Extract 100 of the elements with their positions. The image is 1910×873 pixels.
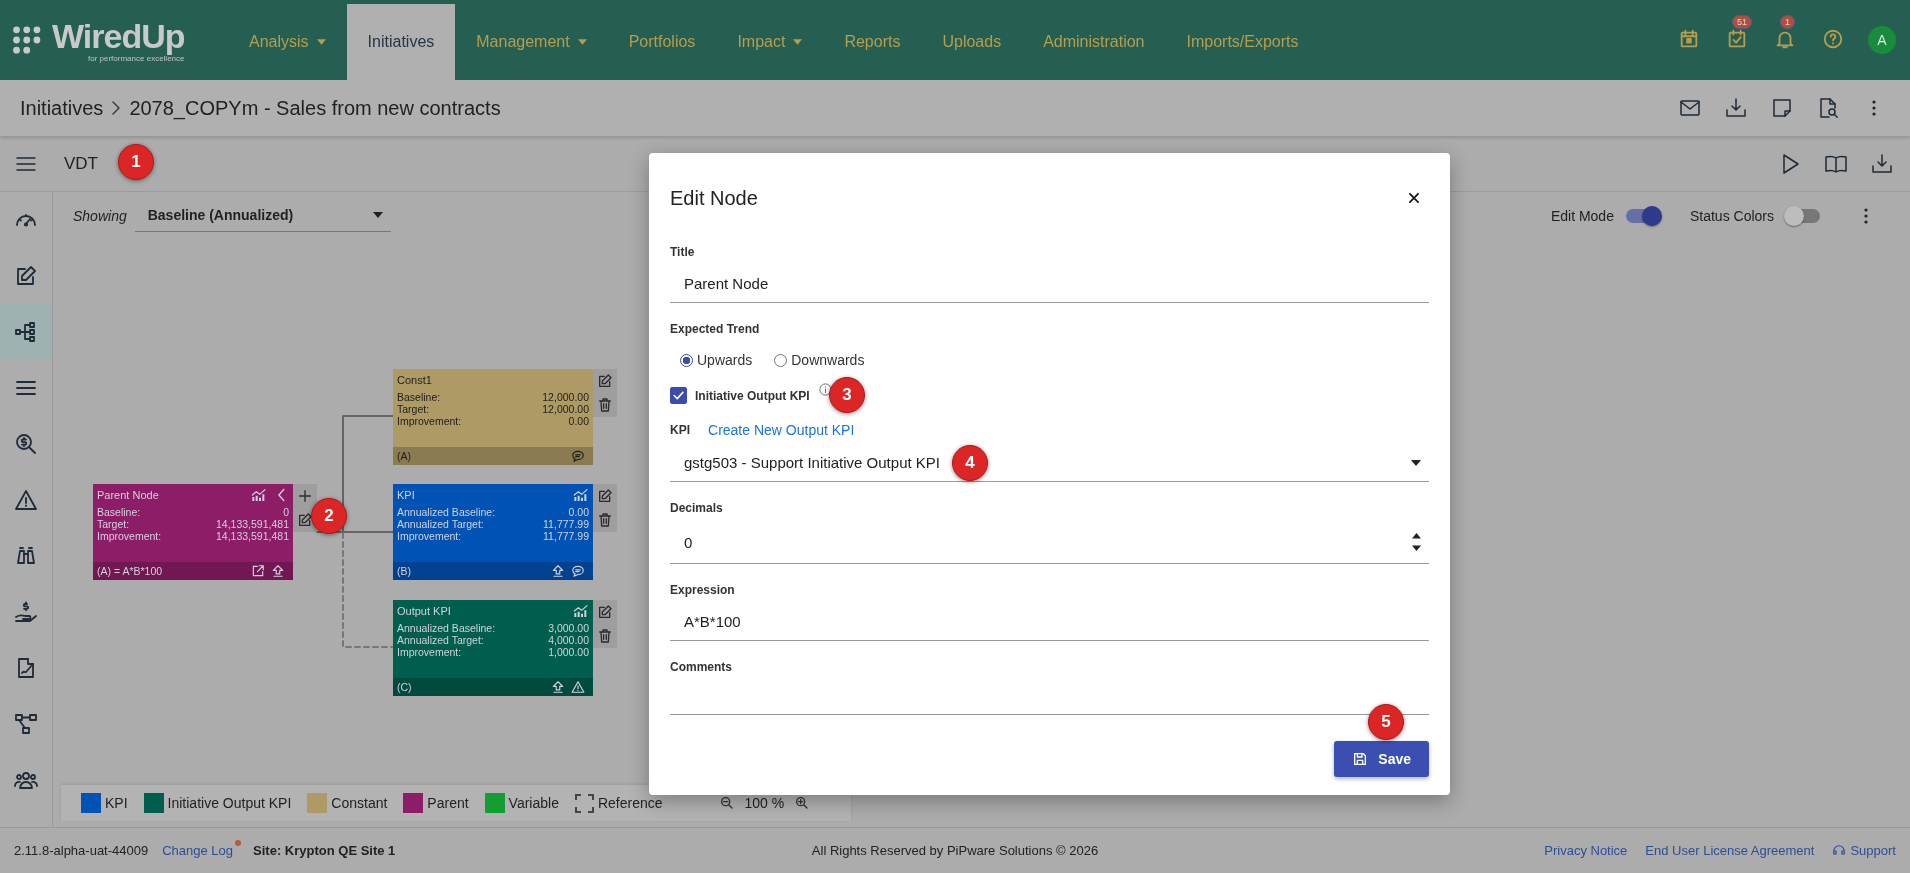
- edit-icon[interactable]: [597, 488, 613, 504]
- metric-label: Annualized Target:: [397, 634, 484, 646]
- page-title: 2078_COPYm - Sales from new contracts: [129, 96, 501, 120]
- chevron-right-icon: [111, 100, 122, 116]
- calendar-icon: [1678, 27, 1700, 50]
- node-formula: (B): [397, 565, 411, 577]
- upload-icon[interactable]: [551, 564, 565, 578]
- nav-tab[interactable]: Reports: [823, 4, 922, 80]
- chart-icon: [251, 488, 267, 502]
- flowchart-icon: [14, 712, 38, 736]
- view-title: VDT: [64, 153, 98, 174]
- warning-icon: [571, 680, 585, 694]
- add-icon[interactable]: [297, 488, 313, 504]
- toggle-switch[interactable]: [1625, 209, 1660, 223]
- metric-label: Baseline:: [397, 391, 441, 403]
- site-name: Site: Krypton QE Site 1: [253, 843, 396, 858]
- close-icon[interactable]: [1407, 191, 1421, 205]
- metric-value: 0: [283, 506, 289, 518]
- toggle-switch[interactable]: [1786, 209, 1820, 223]
- node-formula: (C): [397, 681, 412, 693]
- save-button[interactable]: Save: [1334, 741, 1429, 777]
- comment-icon[interactable]: [571, 449, 585, 463]
- decimals-field[interactable]: 0: [670, 515, 1429, 564]
- metric-value: 14,133,591,481: [216, 530, 289, 542]
- footer-link[interactable]: End User License Agreement: [1645, 843, 1815, 858]
- expression-field[interactable]: A*B*100: [670, 597, 1429, 641]
- delete-icon[interactable]: [597, 397, 613, 413]
- legend-label: Parent: [427, 795, 469, 811]
- support-link[interactable]: Support: [1832, 843, 1896, 858]
- logo-text: WiredUp: [52, 17, 185, 54]
- legend-swatch: [574, 793, 594, 813]
- zoom-out-icon[interactable]: [718, 795, 735, 811]
- notifications-button[interactable]: 1: [1768, 15, 1802, 55]
- tasks-button[interactable]: 51: [1720, 15, 1754, 55]
- nav-tab[interactable]: Portfolios: [607, 4, 717, 80]
- metric-label: Improvement:: [397, 530, 462, 542]
- hand-coin-icon: [14, 600, 38, 624]
- field-label: Comments: [670, 660, 733, 674]
- edit-icon[interactable]: [597, 373, 613, 389]
- title-field[interactable]: Parent Node: [670, 259, 1429, 303]
- upload-icon[interactable]: [551, 680, 565, 694]
- search-dollar-icon: [14, 432, 38, 456]
- metric-value: 11,777.99: [543, 518, 589, 530]
- sidebar-item[interactable]: [0, 304, 52, 360]
- field-label: Title: [670, 245, 696, 259]
- breadcrumb-link[interactable]: Initiatives: [20, 96, 104, 120]
- metric-value: 0.00: [568, 415, 589, 427]
- metric-label: Improvement:: [397, 415, 462, 427]
- node-title: Output KPI: [397, 605, 451, 617]
- upload-icon[interactable]: [271, 564, 285, 578]
- metric-label: Annualized Baseline:: [397, 622, 496, 634]
- edit-icon[interactable]: [297, 512, 313, 528]
- node-card[interactable]: KPI Annualized Baseline: 0.00 Annualized Target: 11,777.99 Improvement: 11,777.99 (B): [393, 484, 593, 580]
- change-log-link[interactable]: Change Log: [162, 843, 240, 858]
- metric-value: 14,133,591,481: [216, 518, 289, 530]
- delete-icon[interactable]: [597, 628, 613, 644]
- nav-tab[interactable]: Administration: [1022, 4, 1166, 80]
- field-label: Expected Trend: [670, 322, 761, 336]
- delete-icon[interactable]: [597, 512, 613, 528]
- dialog-title: Edit Node: [670, 186, 758, 210]
- nav-tab[interactable]: Initiatives: [346, 4, 456, 80]
- metric-value: 0.00: [568, 506, 589, 518]
- legend-label: Variable: [508, 795, 559, 811]
- tree-icon: [14, 320, 38, 344]
- zoom-level: 100 %: [744, 795, 785, 811]
- footer-link[interactable]: Privacy Notice: [1544, 843, 1628, 858]
- metric-value: 3,000.00: [548, 622, 589, 634]
- download-icon: [1724, 96, 1748, 120]
- showing-select[interactable]: Baseline (Annualized): [134, 200, 391, 232]
- nav-tab[interactable]: Imports/Exports: [1165, 4, 1320, 80]
- metric-label: Improvement:: [397, 646, 462, 658]
- nav-tab[interactable]: Management: [455, 4, 608, 80]
- node-card[interactable]: Output KPI Annualized Baseline: 3,000.00 Annualized Target: 4,000.00 Improvement: 1,000.00 (C): [393, 600, 593, 696]
- metric-label: Annualized Baseline:: [397, 506, 496, 518]
- create-kpi-link[interactable]: Create New Output KPI: [708, 422, 855, 438]
- chart-icon: [573, 488, 589, 502]
- metric-value: 11,777.99: [543, 530, 589, 542]
- version-text: 2.11.8-alpha-uat-44009: [14, 843, 149, 858]
- info-icon[interactable]: [817, 382, 833, 397]
- node-card[interactable]: Const1 Baseline: 12,000.00 Target: 12,000.00 Improvement: 0.00 (A): [393, 369, 593, 465]
- nav-tab[interactable]: Analysis: [228, 4, 347, 80]
- edit-icon[interactable]: [597, 604, 613, 620]
- nav-tab[interactable]: Uploads: [921, 4, 1023, 80]
- node-card[interactable]: Parent Node Baseline: 0 Target: 14,133,591,481 Improvement: 14,133,591,481 (A) = A*B*100: [93, 484, 293, 580]
- nav-tab[interactable]: Impact: [716, 4, 824, 80]
- count-badge: 51: [1732, 15, 1752, 29]
- metric-label: Baseline:: [97, 506, 141, 518]
- note-icon: [1770, 96, 1794, 120]
- field-label: Decimals: [670, 501, 724, 515]
- warning-icon: [14, 488, 38, 512]
- edit-icon: [14, 264, 38, 288]
- spinner-icon[interactable]: [1412, 531, 1421, 553]
- node-formula: (A) = A*B*100: [97, 565, 163, 577]
- user-avatar[interactable]: A: [1868, 26, 1896, 54]
- radio-button[interactable]: [680, 353, 693, 367]
- radio-label: Upwards: [697, 352, 753, 368]
- checkbox[interactable]: [670, 387, 687, 404]
- external-link-icon[interactable]: [251, 564, 265, 578]
- legend-label: Initiative Output KPI: [167, 795, 292, 811]
- metric-label: Improvement:: [97, 530, 162, 542]
